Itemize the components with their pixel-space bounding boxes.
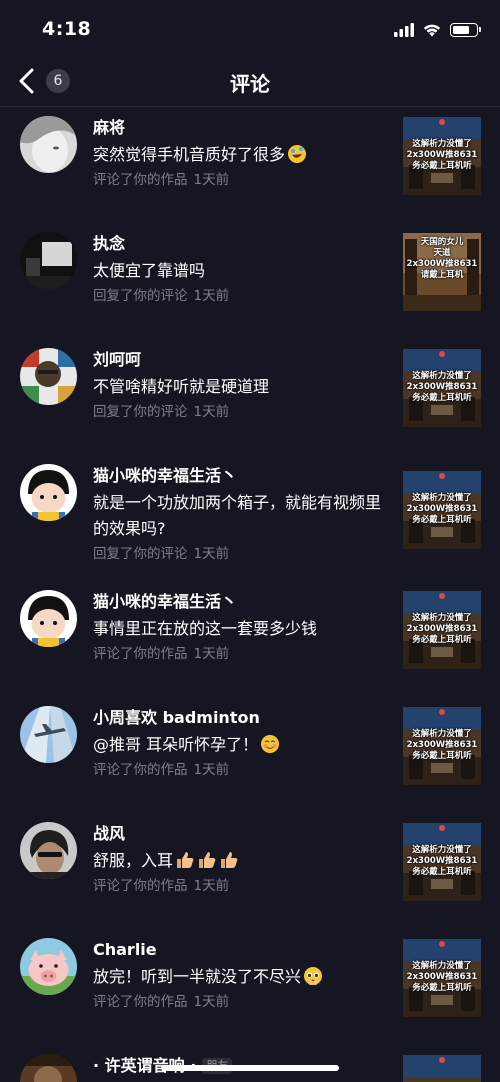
meta-time: 1天前 bbox=[193, 646, 230, 662]
list-item[interactable]: 小周喜欢 badminton @推哥 耳朵听怀孕了！ 评论了你的作品 1天前 这解… bbox=[0, 697, 500, 813]
video-thumbnail[interactable]: 天国的女儿 天道 2x300W推8631 请戴上耳机 bbox=[403, 233, 481, 311]
avatar[interactable] bbox=[20, 938, 77, 995]
meta-time: 1天前 bbox=[193, 762, 230, 778]
comment-text: 事情里正在放的这一套要多少钱 bbox=[93, 619, 318, 638]
thumbnail-caption: 这解析力没懂了 2x300W推8631 务必戴上耳机听 bbox=[406, 371, 478, 403]
meta-time: 1天前 bbox=[193, 994, 230, 1010]
comment-meta: 回复了你的评论 1天前 bbox=[93, 402, 393, 422]
wifi-icon bbox=[423, 24, 441, 37]
video-thumbnail[interactable]: 这解析力没懂了 2x300W推8631 务必戴上耳机听 bbox=[403, 591, 481, 669]
username[interactable]: 战风 bbox=[93, 823, 393, 845]
avatar[interactable] bbox=[20, 348, 77, 405]
meta-action: 回复了你的评论 bbox=[93, 288, 188, 304]
avatar[interactable] bbox=[20, 232, 77, 289]
comment-text: 太便宜了靠谱吗 bbox=[93, 261, 206, 280]
avatar[interactable] bbox=[20, 116, 77, 173]
meta-time: 1天前 bbox=[193, 404, 230, 420]
comment-text: 不管啥精好听就是硬道理 bbox=[93, 377, 270, 396]
avatar[interactable] bbox=[20, 822, 77, 879]
username[interactable]: 执念 bbox=[93, 233, 393, 255]
status-bar: 4:18 bbox=[0, 0, 500, 56]
thumbnail-caption: 这解析力没懂了 2x300W推8631 务必戴上耳机听 bbox=[406, 493, 478, 525]
blush-emoji-icon bbox=[261, 735, 280, 753]
rofl-emoji-icon bbox=[288, 145, 307, 163]
meta-action: 回复了你的评论 bbox=[93, 546, 188, 562]
page-title: 评论 bbox=[230, 72, 270, 96]
comment-meta: 评论了你的作品 1天前 bbox=[93, 992, 393, 1012]
comment-meta: 评论了你的作品 1天前 bbox=[93, 644, 393, 664]
username[interactable]: 猫小咪的幸福生活丶 bbox=[93, 465, 393, 487]
meta-time: 1天前 bbox=[193, 288, 230, 304]
nav-bar: 6 评论 bbox=[0, 56, 500, 107]
list-item[interactable]: 战风 舒服，入耳 评论了你的作品 1天前 这解析力没懂了 2x300W推8631 … bbox=[0, 813, 500, 929]
meta-action: 评论了你的作品 bbox=[93, 762, 188, 778]
comment-text: 舒服，入耳 bbox=[93, 848, 393, 874]
comment-meta: 评论了你的作品 1天前 bbox=[93, 760, 393, 780]
thumbnail-caption: 这解析力没懂了 2x300W推8631 务必戴上耳机听 bbox=[406, 961, 478, 993]
home-indicator[interactable] bbox=[161, 1065, 339, 1071]
video-thumbnail[interactable]: 这解析力没懂了 2x300W推8631 务必戴上耳机听 bbox=[403, 117, 481, 195]
thumbnail-caption: 这解析力没懂了 2x300W推8631 务必戴上耳机听 bbox=[406, 613, 478, 645]
video-thumbnail[interactable]: 这解析力没懂了 2x300W推8631 务必戴上耳机听 bbox=[403, 707, 481, 785]
comment-meta: 评论了你的作品 1天前 bbox=[93, 170, 393, 190]
battery-icon bbox=[450, 22, 481, 37]
status-icons bbox=[394, 22, 481, 37]
thumbnail-caption: 这解析力没懂了 2x300W推8631 务必戴上耳机听 bbox=[406, 729, 478, 761]
username[interactable]: 麻将 bbox=[93, 117, 393, 139]
list-item[interactable]: 猫小咪的幸福生活丶 事情里正在放的这一套要多少钱 评论了你的作品 1天前 这解析力… bbox=[0, 581, 500, 697]
list-item[interactable]: Charlie 放完！听到一半就没了不尽兴 评论了你的作品 1天前 这解析力没懂了… bbox=[0, 929, 500, 1045]
thumbs-up-icon bbox=[199, 852, 216, 868]
status-time: 4:18 bbox=[42, 18, 92, 40]
video-thumbnail[interactable]: 这解析力没懂了 2x300W推8631 务必戴上耳机听 bbox=[403, 823, 481, 901]
thumbs-up-icon bbox=[177, 852, 194, 868]
video-thumbnail[interactable]: 这解析力没懂了 2x300W推8631 务必戴上耳机听 bbox=[403, 939, 481, 1017]
video-thumbnail[interactable]: 这解析力没懂了 2x300W推8631 务必戴上耳机听 bbox=[403, 349, 481, 427]
avatar[interactable] bbox=[20, 590, 77, 647]
pleading-emoji-icon bbox=[304, 967, 323, 985]
username[interactable]: 小周喜欢 badminton bbox=[93, 707, 393, 729]
comment-meta: 回复了你的评论 1天前 bbox=[93, 286, 393, 306]
username[interactable]: 猫小咪的幸福生活丶 bbox=[93, 591, 393, 613]
thumbnail-caption: 这解析力没懂了 2x300W推8631 务必戴上耳机听 bbox=[406, 139, 478, 171]
comment-text: 放完！听到一半就没了不尽兴 bbox=[93, 964, 393, 990]
comment-text: @推哥 耳朵听怀孕了！ bbox=[93, 732, 393, 758]
comment-meta: 回复了你的评论 1天前 bbox=[93, 544, 393, 564]
meta-action: 回复了你的评论 bbox=[93, 404, 188, 420]
comment-meta: 评论了你的作品 1天前 bbox=[93, 876, 393, 896]
list-item[interactable]: 猫小咪的幸福生活丶 就是一个功放加两个箱子，就能有视频里的效果吗? 回复了你的评… bbox=[0, 455, 500, 581]
meta-time: 1天前 bbox=[193, 546, 230, 562]
avatar[interactable] bbox=[20, 706, 77, 763]
comment-text: 就是一个功放加两个箱子，就能有视频里的效果吗? bbox=[93, 493, 382, 538]
meta-action: 评论了你的作品 bbox=[93, 646, 188, 662]
username[interactable]: 刘呵呵 bbox=[93, 349, 393, 371]
thumbs-up-icon bbox=[221, 852, 238, 868]
video-thumbnail[interactable] bbox=[403, 1055, 481, 1082]
avatar[interactable] bbox=[20, 464, 77, 521]
meta-action: 评论了你的作品 bbox=[93, 172, 188, 188]
thumbnail-caption: 这解析力没懂了 2x300W推8631 务必戴上耳机听 bbox=[406, 845, 478, 877]
thumbnail-caption: 天国的女儿 天道 2x300W推8631 请戴上耳机 bbox=[406, 237, 478, 280]
meta-action: 评论了你的作品 bbox=[93, 994, 188, 1010]
avatar[interactable] bbox=[20, 1054, 77, 1082]
list-item[interactable]: 麻将 突然觉得手机音质好了很多 评论了你的作品 1天前 这解析力没懂了 2x300… bbox=[0, 107, 500, 223]
username[interactable]: Charlie bbox=[93, 939, 393, 961]
meta-time: 1天前 bbox=[193, 172, 230, 188]
comment-text: 突然觉得手机音质好了很多 bbox=[93, 142, 393, 168]
list-item[interactable]: · 许英谓音响 ·朋友 bbox=[0, 1045, 500, 1082]
list-item[interactable]: 执念 太便宜了靠谱吗 回复了你的评论 1天前 天国的女儿 天道 2x300W推86… bbox=[0, 223, 500, 339]
video-thumbnail[interactable]: 这解析力没懂了 2x300W推8631 务必戴上耳机听 bbox=[403, 471, 481, 549]
meta-time: 1天前 bbox=[193, 878, 230, 894]
signal-bars-icon bbox=[394, 22, 414, 37]
list-item[interactable]: 刘呵呵 不管啥精好听就是硬道理 回复了你的评论 1天前 这解析力没懂了 2x300… bbox=[0, 339, 500, 455]
meta-action: 评论了你的作品 bbox=[93, 878, 188, 894]
